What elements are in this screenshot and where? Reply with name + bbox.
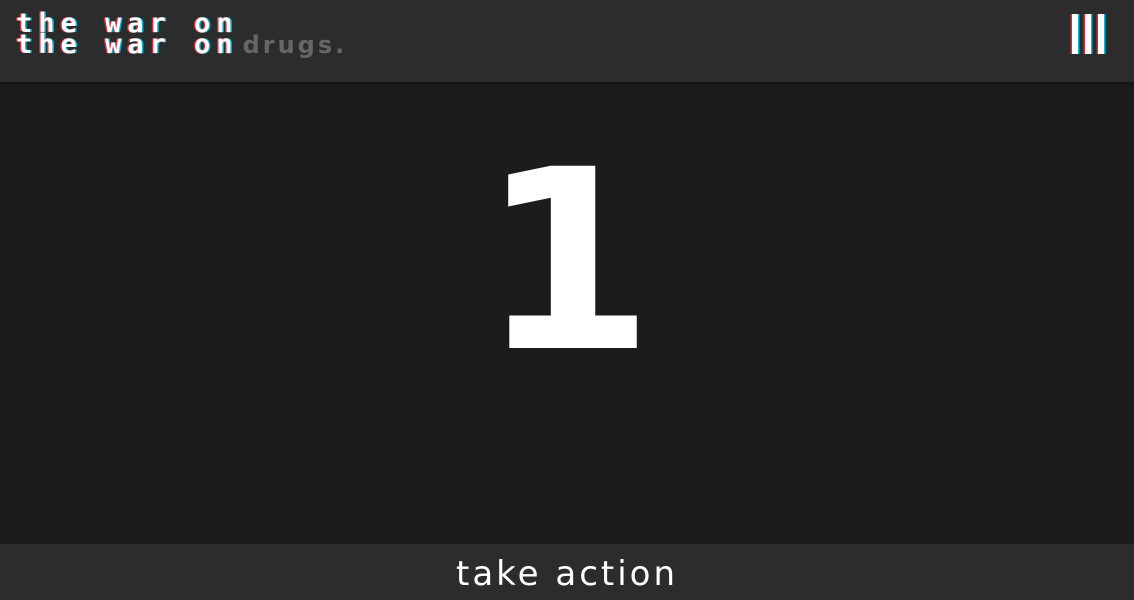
take-action-button[interactable]: take action (0, 544, 1134, 600)
main-content: 1 (0, 82, 1134, 544)
hamburger-menu-icon-bar (1098, 14, 1104, 54)
logo-line-bottom-text: the war on (16, 29, 239, 60)
site-logo[interactable]: the war on the war on drugs. (16, 10, 436, 62)
logo-suffix: drugs. (242, 31, 348, 59)
hamburger-menu-icon (1072, 14, 1078, 54)
counter-number: 1 (480, 116, 654, 407)
take-action-label: take action (455, 554, 679, 594)
header-bar: the war on the war on drugs. (0, 0, 1134, 82)
logo-line-bottom: the war on drugs. (16, 31, 347, 59)
menu-button[interactable] (1068, 14, 1108, 56)
hamburger-menu-icon-bar (1085, 14, 1091, 54)
page: the war on the war on drugs. 1 take actio… (0, 0, 1134, 600)
